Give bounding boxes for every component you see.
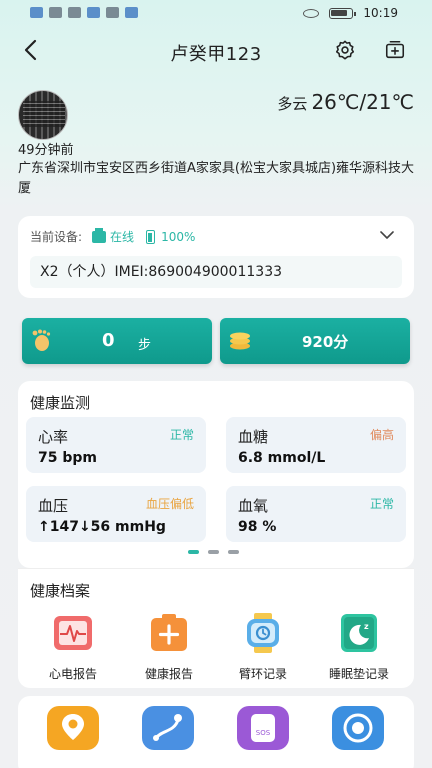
app-notification-icon [87, 7, 100, 18]
heart-rate-value: 75 bpm [38, 450, 97, 466]
score-button[interactable]: 920分 [220, 318, 410, 364]
weather: 多云 26℃/21℃ [277, 90, 414, 114]
app-notification-icon [30, 7, 43, 18]
notification-icon [106, 7, 119, 18]
page-dot[interactable] [188, 550, 199, 554]
health-report-item[interactable]: 健康报告 [124, 611, 214, 682]
health-report-label: 健康报告 [144, 667, 193, 681]
blood-sugar-label: 血糖 [238, 428, 269, 446]
steps-unit: 步 [138, 338, 152, 353]
blood-sugar-status: 偏高 [369, 428, 394, 442]
sos-icon: SOS [251, 714, 275, 742]
health-archive-title: 健康档案 [30, 582, 91, 600]
blood-oxygen-value: 98 % [238, 519, 277, 535]
battery-icon [329, 7, 357, 19]
page-title: 卢癸甲123 [170, 44, 262, 65]
address: 广东省深圳市宝安区西乡街道A家家具(松宝大家具城店)雍华源科技大厦 [18, 161, 415, 196]
blood-pressure-value: ↑147↓56 mmHg [38, 519, 166, 535]
status-bar: 10:19 [0, 0, 432, 28]
fence-item[interactable] [332, 706, 384, 750]
location-item[interactable] [47, 706, 99, 750]
blood-pressure-label: 血压 [38, 497, 69, 515]
steps-value: 0 [102, 330, 115, 351]
armband-icon [247, 613, 279, 653]
blood-sugar-value: 6.8 mmol/L [238, 450, 326, 466]
online-icon [92, 227, 107, 243]
health-monitor-card: 健康监测 心率 正常 75 bpm 血糖 偏高 6.8 mmol/L 血压 血压… [18, 381, 414, 568]
battery-level-icon [146, 229, 156, 244]
sleep-pad-record-label: 睡眠垫记录 [328, 667, 389, 681]
weather-description: 多云 [277, 95, 308, 113]
add-device-icon[interactable] [384, 39, 406, 61]
sleep-pad-icon: z [341, 614, 377, 652]
svg-text:SOS: SOS [256, 729, 271, 737]
avatar[interactable] [18, 90, 68, 140]
blood-oxygen-status: 正常 [369, 497, 394, 511]
blood-oxygen-label: 血氧 [238, 497, 269, 515]
device-card: 当前设备: 在线 100% X2（个人）IMEI:869004900011333 [18, 216, 414, 298]
heart-rate-label: 心率 [38, 428, 69, 446]
top-bar: 卢癸甲123 [0, 28, 432, 74]
eye-comfort-icon [303, 8, 320, 18]
heart-rate-status: 正常 [169, 428, 194, 442]
score-value: 920分 [302, 333, 349, 351]
footprint-icon [32, 329, 51, 351]
fence-icon [343, 713, 373, 743]
track-item[interactable] [142, 706, 194, 750]
sos-item[interactable]: SOS [237, 706, 289, 750]
status-icons [30, 7, 138, 18]
steps-button[interactable]: 0 步 [22, 318, 212, 364]
ecg-report-label: 心电报告 [48, 667, 97, 681]
online-status: 在线 [110, 230, 135, 244]
armband-record-label: 臂环记录 [238, 667, 287, 681]
page-dot[interactable] [208, 550, 219, 554]
health-monitor-title: 健康监测 [30, 394, 91, 412]
temperature: 26℃/21℃ [311, 90, 414, 114]
blood-pressure-status: 血压偏低 [145, 497, 194, 511]
gear-icon[interactable] [334, 39, 356, 61]
coins-icon [230, 332, 250, 350]
sleep-pad-record-item[interactable]: z 睡眠垫记录 [314, 611, 404, 682]
blood-oxygen-box[interactable]: 血氧 正常 98 % [226, 486, 406, 542]
app-notification-icon [125, 7, 138, 18]
feature-grid-card: SOS [18, 696, 414, 768]
track-icon [153, 714, 182, 741]
chevron-down-icon[interactable] [380, 230, 394, 240]
wifi-icon [49, 7, 62, 18]
device-imei[interactable]: X2（个人）IMEI:869004900011333 [30, 256, 402, 288]
update-time: 49分钟前 [18, 143, 74, 158]
notification-icon [68, 7, 81, 18]
heart-rate-box[interactable]: 心率 正常 75 bpm [26, 417, 206, 473]
health-report-icon [151, 614, 187, 651]
status-time: 10:19 [363, 6, 398, 20]
blood-pressure-box[interactable]: 血压 血压偏低 ↑147↓56 mmHg [26, 486, 206, 542]
page-indicator [188, 550, 239, 554]
location-icon [62, 714, 84, 740]
blood-sugar-box[interactable]: 血糖 偏高 6.8 mmol/L [226, 417, 406, 473]
page-dot[interactable] [228, 550, 239, 554]
current-device-label: 当前设备: [30, 230, 83, 244]
battery-percent: 100% [161, 229, 196, 244]
ecg-report-icon [54, 616, 92, 650]
health-archive-card: 健康档案 心电报告 健康报告 臂环记录 z 睡眠垫记录 [18, 568, 414, 688]
ecg-report-item[interactable]: 心电报告 [28, 611, 118, 682]
armband-record-item[interactable]: 臂环记录 [218, 611, 308, 682]
svg-text:z: z [364, 622, 369, 631]
